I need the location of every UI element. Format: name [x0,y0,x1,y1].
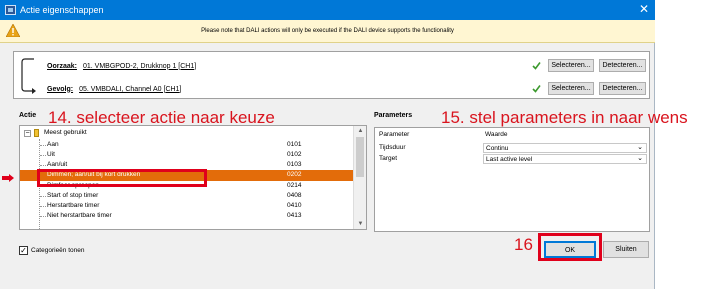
annotation-step14: 14. selecteer actie naar keuze [48,108,275,127]
param-col-header: Parameter [379,131,410,138]
gevolg-detect-button[interactable]: Detecteren... [599,82,646,95]
tree-branch [40,216,46,217]
warning-icon [6,24,20,37]
action-item[interactable]: Uit 0102 [20,150,354,160]
scroll-up-icon[interactable]: ▲ [354,126,366,136]
red-arrow-icon [2,174,14,182]
close-button[interactable]: Sluiten [603,241,649,258]
action-item[interactable]: Aan 0101 [20,140,354,150]
param-value-select[interactable]: Last active level ⌄ [483,154,647,164]
action-item-name: Uit [47,151,55,158]
app-icon [5,5,16,15]
gevolg-label: Gevolg: [47,85,74,93]
link-panel: Oorzaak: 01. VMBGPOD-2, Drukknop 1 [CH1]… [13,51,650,99]
chevron-down-icon[interactable]: ⌄ [637,144,643,152]
parameters-section-label: Parameters [374,112,413,119]
annotation-step16: 16 [514,235,533,254]
collapse-icon[interactable]: − [24,130,31,137]
title-bar: Actie eigenschappen ✕ [0,0,655,20]
annotation-step15: 15. stel parameters in naar wens [441,108,688,127]
warning-text: Please note that DALI actions will only … [201,28,454,34]
action-item-name: Herstartbare timer [47,202,100,209]
value-col-header: Waarde [485,131,508,138]
tree-branch [40,206,46,207]
highlight-box-selection [37,169,207,187]
action-item[interactable]: Herstartbare timer 0410 [20,201,354,211]
action-item-name: Start of stop timer [47,192,99,199]
scroll-thumb[interactable] [356,137,364,177]
tree-branch [40,155,46,156]
close-icon[interactable]: ✕ [639,2,649,16]
oorzaak-label: Oorzaak: [47,62,77,70]
action-item-name: Aan [47,141,59,148]
param-name: Tijdsduur [379,144,406,151]
oorzaak-detect-button[interactable]: Detecteren... [599,59,646,72]
parameters-grid[interactable]: Parameter Waarde Tijdsduur Continu ⌄ Tar… [374,127,650,232]
action-item-code: 0214 [287,182,302,189]
action-item-code: 0103 [287,161,302,168]
bookmark-icon [34,129,39,137]
tree-branch [40,165,46,166]
action-item-code: 0408 [287,192,302,199]
param-row[interactable]: Tijdsduur Continu ⌄ [375,143,649,153]
param-row[interactable]: Target Last active level ⌄ [375,154,649,164]
action-item-code: 0101 [287,141,302,148]
category-label: Meest gebruikt [44,129,87,136]
highlight-box-ok [538,233,602,261]
action-item-code: 0102 [287,151,302,158]
action-item-code: 0410 [287,202,302,209]
tree-scrollbar[interactable]: ▲ ▼ [353,126,366,229]
oorzaak-select-button[interactable]: Selecteren... [548,59,594,72]
oorzaak-link[interactable]: 01. VMBGPOD-2, Drukknop 1 [CH1] [83,63,196,70]
param-value: Continu [486,145,509,152]
param-value: Last active level [486,156,533,163]
link-arrow-icon [21,58,36,94]
oorzaak-check-icon [532,62,541,70]
gevolg-check-icon [532,85,541,93]
categories-label: Categorieën tonen [31,247,85,254]
dialog-window: Actie eigenschappen ✕ Please note that D… [0,0,655,289]
gevolg-link[interactable]: 05. VMBDALI, Channel A0 [CH1] [79,86,181,93]
action-item-name: Niet herstartbare timer [47,212,112,219]
tree-branch [40,145,46,146]
param-value-select[interactable]: Continu ⌄ [483,143,647,153]
param-name: Target [379,155,398,162]
tree-category[interactable]: − Meest gebruikt [20,128,354,138]
window-title: Actie eigenschappen [20,5,104,15]
action-item-code: 0413 [287,212,302,219]
action-item-code: 0202 [287,171,302,178]
tree-branch [40,196,46,197]
action-item[interactable]: Niet herstartbare timer 0413 [20,211,354,221]
action-item[interactable]: Start of stop timer 0408 [20,191,354,201]
gevolg-select-button[interactable]: Selecteren... [548,82,594,95]
categories-checkbox[interactable]: ✓ [19,246,28,255]
chevron-down-icon[interactable]: ⌄ [637,155,643,163]
action-section-label: Actie [19,112,37,119]
warning-banner: Please note that DALI actions will only … [0,20,655,43]
scroll-down-icon[interactable]: ▼ [354,219,366,229]
